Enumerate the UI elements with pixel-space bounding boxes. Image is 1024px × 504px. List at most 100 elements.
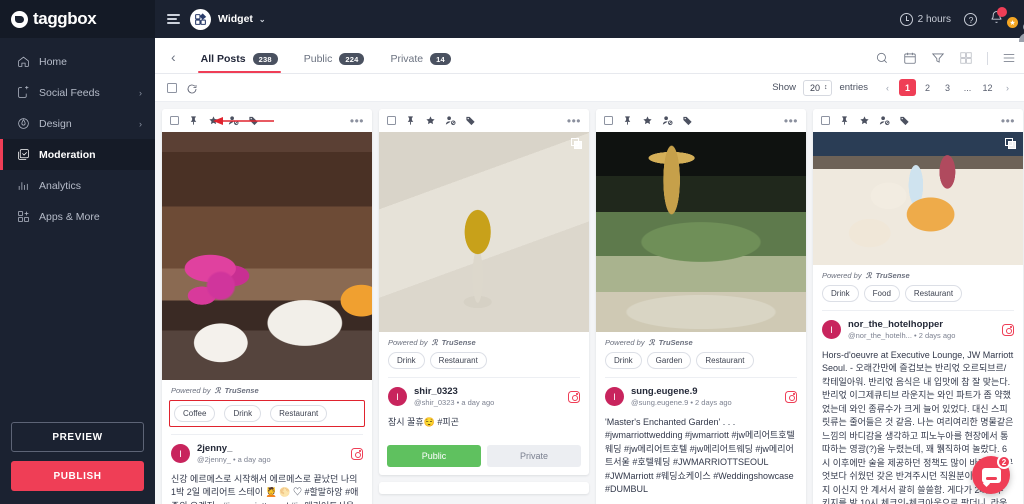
- sidebar-item-apps-more[interactable]: Apps & More: [0, 201, 155, 232]
- hours-indicator[interactable]: 2 hours: [899, 12, 951, 26]
- select-all-checkbox[interactable]: [167, 82, 177, 93]
- back-chevron-icon[interactable]: ‹: [167, 49, 188, 73]
- pin-icon[interactable]: [405, 115, 416, 126]
- tag-chip[interactable]: Drink: [605, 352, 642, 369]
- private-button[interactable]: Private: [487, 445, 581, 468]
- card-select-checkbox[interactable]: [821, 116, 830, 125]
- tag-chip[interactable]: Restaurant: [270, 405, 328, 422]
- tag-chip[interactable]: Drink: [224, 405, 262, 422]
- instagram-icon[interactable]: [785, 390, 797, 403]
- trusense-mark-icon: ℛ: [214, 386, 221, 395]
- instagram-icon[interactable]: [568, 390, 580, 403]
- page-next[interactable]: ›: [999, 79, 1016, 96]
- notifications-button[interactable]: [990, 6, 1007, 29]
- help-circle-icon[interactable]: ?: [964, 12, 977, 26]
- post-card-partial[interactable]: [379, 482, 589, 495]
- star-icon[interactable]: [208, 115, 219, 126]
- tag-chip[interactable]: Coffee: [174, 405, 216, 422]
- tab-label: All Posts: [200, 53, 246, 65]
- sidebar-item-label: Home: [39, 55, 68, 68]
- card-select-checkbox[interactable]: [387, 116, 396, 125]
- refresh-icon[interactable]: [186, 82, 198, 94]
- tab-private[interactable]: Private 14: [377, 53, 463, 73]
- page-12[interactable]: 12: [979, 79, 996, 96]
- page-1[interactable]: 1: [899, 79, 916, 96]
- post-card[interactable]: ••• Powered by ℛ TruSense Drink Garden R…: [596, 109, 806, 504]
- list-view-icon[interactable]: [1002, 51, 1016, 65]
- block-user-icon[interactable]: [662, 115, 673, 126]
- tag-chip[interactable]: Restaurant: [696, 352, 754, 369]
- avatar: I: [822, 320, 841, 340]
- filter-icon[interactable]: [931, 51, 945, 65]
- star-icon[interactable]: [425, 115, 436, 126]
- page-prev[interactable]: ‹: [879, 79, 896, 96]
- tag-list: Drink Garden Restaurant: [596, 352, 806, 377]
- tag-icon[interactable]: [899, 115, 910, 126]
- brand-name: taggbox: [33, 9, 97, 28]
- tag-chip[interactable]: Food: [863, 285, 900, 302]
- block-user-icon[interactable]: [228, 115, 239, 126]
- pin-icon[interactable]: [622, 115, 633, 126]
- page-3[interactable]: 3: [939, 79, 956, 96]
- notification-badge: [997, 6, 1007, 17]
- tab-all-posts[interactable]: All Posts 238: [188, 53, 291, 73]
- preview-button[interactable]: PREVIEW: [11, 422, 144, 452]
- card-menu-button[interactable]: •••: [784, 115, 798, 127]
- powered-by-label: Powered by: [171, 386, 211, 395]
- sidebar-item-design[interactable]: Design ›: [0, 108, 155, 139]
- sidebar-item-analytics[interactable]: Analytics: [0, 170, 155, 201]
- tag-chip[interactable]: Garden: [646, 352, 692, 369]
- block-user-icon[interactable]: [879, 115, 890, 126]
- card-select-checkbox[interactable]: [170, 116, 179, 125]
- star-icon[interactable]: [859, 115, 870, 126]
- tag-icon[interactable]: [248, 115, 259, 126]
- show-label: Show: [772, 82, 796, 93]
- posts-board: ••• Powered by ℛ TruSense Coffee Drink R…: [155, 102, 1024, 504]
- tag-chip[interactable]: Restaurant: [904, 285, 963, 302]
- block-user-icon[interactable]: [445, 115, 456, 126]
- instagram-icon[interactable]: [351, 447, 363, 460]
- sidebar-item-home[interactable]: Home: [0, 46, 155, 77]
- tab-public[interactable]: Public 224: [291, 53, 378, 73]
- trusense-mark-icon: ℛ: [431, 338, 438, 347]
- tag-chip[interactable]: Drink: [822, 285, 859, 302]
- tag-icon[interactable]: [682, 115, 693, 126]
- posts-column: ••• Powered by ℛ TruSense Drink Garden R…: [596, 109, 806, 504]
- sidebar-item-moderation[interactable]: Moderation: [0, 139, 155, 170]
- search-icon[interactable]: [875, 51, 889, 65]
- tag-chip[interactable]: Drink: [388, 352, 425, 369]
- post-text: 잠시 꿀휴😌 #피곤: [388, 416, 459, 427]
- hamburger-icon[interactable]: [167, 14, 180, 24]
- avatar: I: [388, 387, 407, 407]
- publish-button[interactable]: PUBLISH: [11, 461, 144, 491]
- card-menu-button[interactable]: •••: [1001, 115, 1015, 127]
- entries-select[interactable]: 20 ↕: [802, 79, 833, 96]
- post-card[interactable]: ••• Powered by ℛ TruSense Drink Food Res…: [813, 109, 1023, 504]
- tab-label: Private: [390, 53, 424, 65]
- chat-launcher-button[interactable]: 2: [972, 455, 1011, 494]
- tabs-bar: ‹ All Posts 238 Public 224 Private 14: [155, 38, 1024, 74]
- widget-selector[interactable]: Widget ⌄: [218, 13, 266, 25]
- post-card[interactable]: ••• Powered by ℛ TruSense Coffee Drink R…: [162, 109, 372, 504]
- tag-icon[interactable]: [465, 115, 476, 126]
- tag-chip[interactable]: Restaurant: [429, 352, 487, 369]
- public-button[interactable]: Public: [387, 445, 481, 468]
- pin-icon[interactable]: [839, 115, 850, 126]
- star-icon[interactable]: [642, 115, 653, 126]
- pin-icon[interactable]: [188, 115, 199, 126]
- post-card[interactable]: ••• Powered by ℛ TruSense Drink Restaura…: [379, 109, 589, 476]
- sidebar-item-social-feeds[interactable]: Social Feeds ›: [0, 77, 155, 108]
- brand[interactable]: taggbox: [0, 0, 155, 38]
- card-select-checkbox[interactable]: [604, 116, 613, 125]
- powered-by-brand: TruSense: [441, 338, 476, 347]
- home-icon: [17, 55, 30, 68]
- page-ellipsis: ...: [963, 82, 972, 93]
- powered-by-label: Powered by: [822, 271, 862, 280]
- instagram-icon[interactable]: [1002, 323, 1014, 336]
- page-2[interactable]: 2: [919, 79, 936, 96]
- grid-view-icon[interactable]: [959, 51, 973, 65]
- card-menu-button[interactable]: •••: [350, 115, 364, 127]
- calendar-icon[interactable]: [903, 51, 917, 65]
- card-menu-button[interactable]: •••: [567, 115, 581, 127]
- hors-doeuvre-plates-photo: [813, 132, 1023, 265]
